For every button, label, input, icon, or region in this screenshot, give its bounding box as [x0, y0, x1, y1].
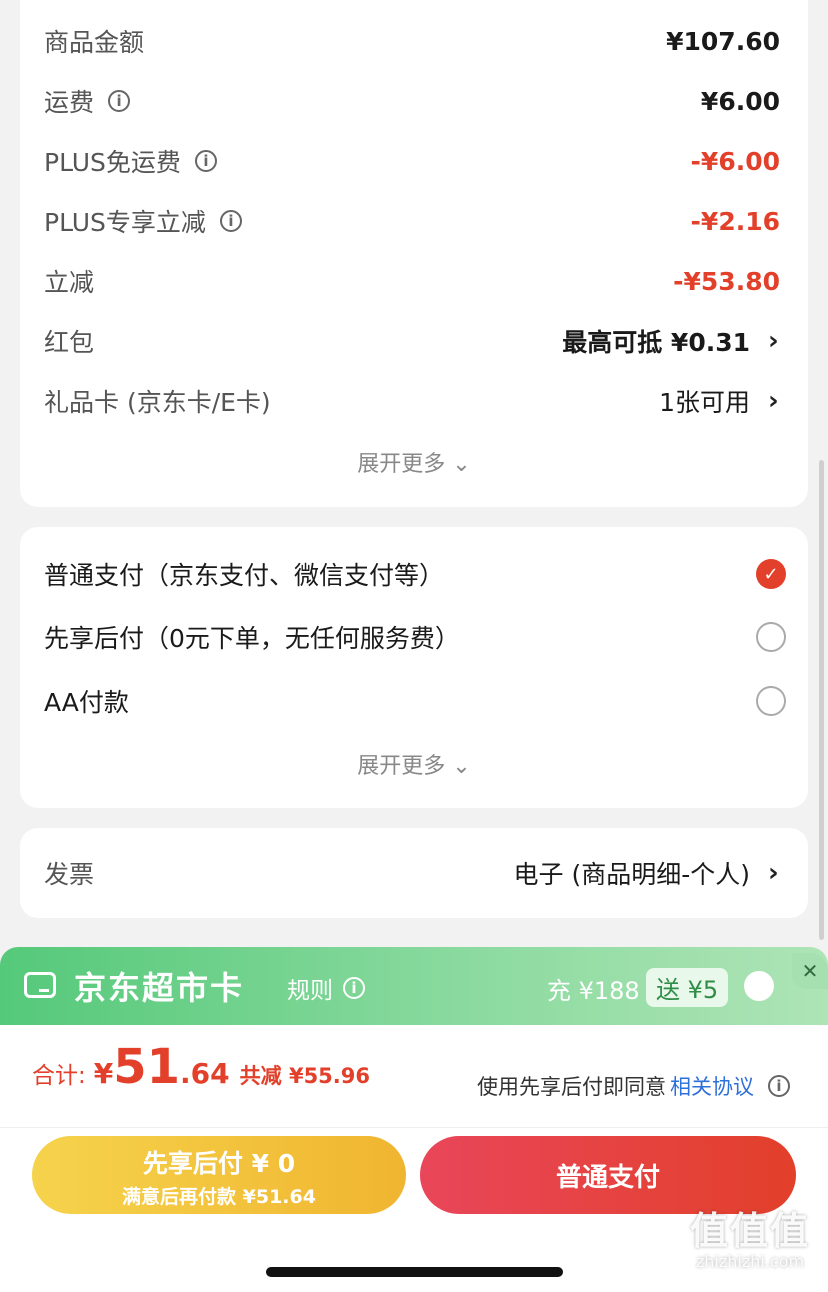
expand-more-button[interactable]: 展开更多 ⌄ — [20, 748, 808, 780]
expand-more-label: 展开更多 — [357, 754, 446, 779]
payment-option-aa[interactable]: AA付款 — [44, 681, 786, 721]
plus-free-shipping-value: -¥6.00 — [690, 146, 780, 176]
red-packet-value: 最高可抵 ¥0.31 — [562, 328, 750, 357]
watermark-logo: 值值值 — [689, 1209, 810, 1253]
row-shipping: 运费 i ¥6.00 — [44, 81, 780, 121]
goods-amount-label: 商品金额 — [44, 28, 145, 57]
promo-bonus-badge: 送 ¥5 — [646, 968, 729, 1007]
divider — [0, 1127, 828, 1128]
chevron-right-icon: › — [768, 386, 779, 416]
radio-checked-icon[interactable]: ✓ — [756, 559, 786, 589]
watermark: 值值值 zhizhizhi.com — [676, 1209, 824, 1279]
plus-discount-label: PLUS专享立减 — [44, 208, 206, 237]
invoice-card[interactable]: 发票 电子 (商品明细-个人) › — [20, 828, 808, 918]
bnpl-button[interactable]: 先享后付 ¥ 0 满意后再付款 ¥51.64 — [32, 1136, 406, 1214]
promo-charge: 充 ¥188 — [547, 977, 640, 1005]
row-plus-free-shipping: PLUS免运费 i -¥6.00 — [44, 141, 780, 181]
chevron-right-icon: › — [768, 858, 779, 888]
info-icon[interactable]: i — [219, 210, 242, 232]
shipping-value: ¥6.00 — [700, 86, 780, 116]
row-instant-discount: 立减 -¥53.80 — [44, 261, 780, 301]
radio-unchecked-icon[interactable] — [756, 622, 786, 652]
total-amount-int: 51 — [113, 1039, 181, 1095]
payment-option-bnpl[interactable]: 先享后付（0元下单，无任何服务费） — [44, 617, 786, 657]
shipping-label: 运费 — [44, 88, 95, 117]
invoice-value: 电子 (商品明细-个人) — [513, 860, 750, 889]
expand-more-label: 展开更多 — [357, 452, 446, 477]
bnpl-button-subtitle: 满意后再付款 ¥51.64 — [122, 1186, 316, 1208]
total-amount-dec: .64 — [180, 1057, 230, 1090]
total-label: 合计: — [32, 1063, 86, 1089]
payment-option-label: 普通支付（京东支付、微信支付等） — [44, 561, 445, 590]
checkout-bar: 合计: ¥ 51 .64 共减 ¥55.96 使用先享后付即同意 相关协议 i … — [0, 1025, 828, 1292]
row-gift-card[interactable]: 礼品卡 (京东卡/E卡) 1张可用 › — [44, 381, 780, 421]
payment-option-label: AA付款 — [44, 688, 129, 717]
gift-card-value: 1张可用 — [659, 388, 750, 417]
instant-discount-label: 立减 — [44, 268, 95, 297]
chevron-down-icon: ⌄ — [452, 754, 471, 779]
info-icon[interactable]: i — [768, 1075, 790, 1097]
watermark-site: zhizhizhi.com — [695, 1252, 805, 1271]
red-packet-label: 红包 — [44, 328, 95, 357]
total-currency: ¥ — [93, 1057, 114, 1090]
promo-rules-link[interactable]: 规则 i — [287, 971, 365, 1005]
agreement-link[interactable]: 相关协议 — [670, 1071, 754, 1101]
order-summary-card: 商品金额 ¥107.60 运费 i ¥6.00 PLUS免运费 i -¥6.00 P… — [20, 0, 808, 507]
supermarket-card-promo: 京东超市卡 规则 i 充 ¥188 送 ¥5 ✕ — [0, 947, 828, 1027]
plus-free-shipping-label: PLUS免运费 — [44, 148, 181, 177]
promo-rules-label: 规则 — [287, 978, 333, 1004]
radio-unchecked-icon[interactable] — [756, 686, 786, 716]
normal-pay-button[interactable]: 普通支付 — [420, 1136, 796, 1214]
info-icon: i — [343, 977, 365, 999]
bnpl-button-title: 先享后付 ¥ 0 — [142, 1149, 296, 1178]
promo-toggle-radio[interactable] — [744, 971, 774, 1001]
promo-title: 京东超市卡 — [74, 969, 245, 1007]
row-goods-amount: 商品金额 ¥107.60 — [44, 21, 780, 61]
chevron-down-icon: ⌄ — [452, 452, 471, 477]
row-red-packet[interactable]: 红包 最高可抵 ¥0.31 › — [44, 321, 780, 361]
normal-pay-label: 普通支付 — [555, 1162, 660, 1193]
scrollbar[interactable] — [819, 460, 824, 940]
payment-option-normal[interactable]: 普通支付（京东支付、微信支付等） ✓ — [44, 554, 786, 594]
payment-option-label: 先享后付（0元下单，无任何服务费） — [44, 624, 460, 653]
total-section: 合计: ¥ 51 .64 共减 ¥55.96 — [32, 1039, 370, 1095]
agreement-line: 使用先享后付即同意 相关协议 i — [477, 1071, 790, 1101]
expand-more-button[interactable]: 展开更多 ⌄ — [20, 446, 808, 478]
info-icon[interactable]: i — [108, 90, 131, 112]
payment-method-card: 普通支付（京东支付、微信支付等） ✓ 先享后付（0元下单，无任何服务费） AA付… — [20, 527, 808, 808]
home-indicator — [266, 1267, 563, 1277]
gift-card-label: 礼品卡 (京东卡/E卡) — [44, 388, 271, 417]
chevron-right-icon: › — [768, 326, 779, 356]
info-icon[interactable]: i — [194, 150, 217, 172]
instant-discount-value: -¥53.80 — [673, 266, 780, 296]
row-plus-discount: PLUS专享立减 i -¥2.16 — [44, 201, 780, 241]
agreement-prefix: 使用先享后付即同意 — [477, 1075, 666, 1099]
total-saved: 共减 ¥55.96 — [239, 1064, 370, 1088]
invoice-label: 发票 — [44, 860, 95, 889]
row-invoice[interactable]: 发票 电子 (商品明细-个人) › — [44, 853, 780, 893]
plus-discount-value: -¥2.16 — [690, 206, 780, 236]
close-icon[interactable]: ✕ — [792, 953, 828, 989]
card-icon — [24, 972, 56, 998]
goods-amount-value: ¥107.60 — [666, 26, 780, 56]
